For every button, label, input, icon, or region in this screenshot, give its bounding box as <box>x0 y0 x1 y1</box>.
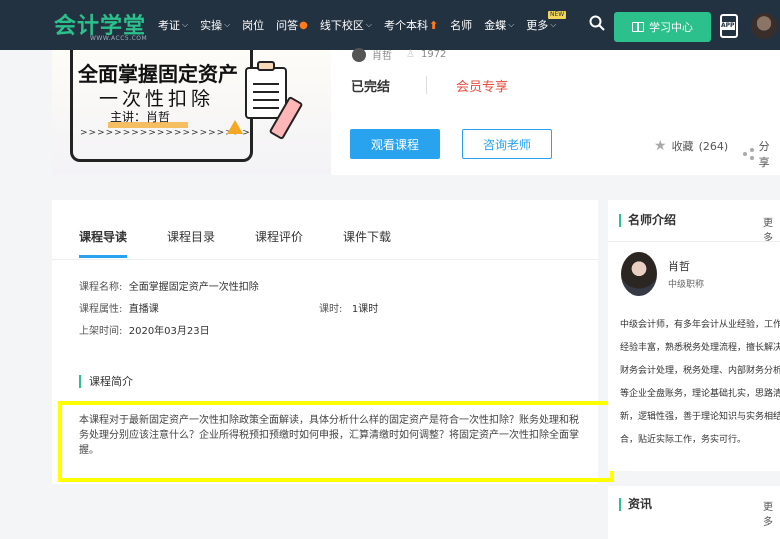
favorite-label: 收藏 <box>671 140 694 153</box>
nav-item-kingdee[interactable]: 金蝶 ⌵ <box>484 17 514 33</box>
tab-courseware-download[interactable]: 课件下载 <box>343 228 391 245</box>
app-download-icon[interactable]: APP <box>720 14 738 38</box>
active-tab-indicator <box>79 255 127 258</box>
teacher-more-link[interactable]: 更多 <box>763 214 780 244</box>
cover-arrows: >>>>>>>>>>>>>>>>>>>> <box>80 128 251 138</box>
arrow-up-icon: ⬆ <box>428 18 439 32</box>
search-icon[interactable] <box>589 15 605 31</box>
sidebar-teacher-description: 中级会计师，有多年会计从业经验，工作经验丰富，熟悉税务处理流程，擅长解决财务会计… <box>620 320 780 445</box>
course-hours-label: 课时: <box>319 304 343 315</box>
highlight-box <box>58 401 614 482</box>
tab-course-reviews[interactable]: 课程评价 <box>255 228 303 245</box>
teacher-avatar[interactable] <box>621 252 657 296</box>
course-cover-image: 全面掌握固定资产 一次性扣除 主讲：肖哲 >>>>>>>>>>>>>>>>>>>… <box>52 50 331 175</box>
chevron-down-icon: ⌵ <box>550 20 557 29</box>
nav-label: 实操 <box>200 19 223 32</box>
nav-item-more[interactable]: 更多 ⌵ <box>526 17 556 33</box>
watch-course-button[interactable]: 观看课程 <box>350 129 440 159</box>
cover-lecturer: 主讲：肖哲 <box>110 110 171 124</box>
study-center-button[interactable]: 学习中心 <box>614 12 711 42</box>
sidebar-divider <box>608 241 780 242</box>
nav-label: 考证 <box>158 19 180 32</box>
nav-label: 问答 <box>276 19 299 32</box>
tab-course-catalog[interactable]: 课程目录 <box>167 228 215 245</box>
fire-icon: ● <box>299 19 308 31</box>
course-attr-label: 课程属性: <box>79 304 123 315</box>
tab-divider <box>52 259 598 260</box>
clip-icon <box>257 61 275 71</box>
chevron-down-icon: ⌵ <box>182 20 189 29</box>
nav-item-exam[interactable]: 考证 ⌵ <box>158 17 188 33</box>
teacher-mini-avatar <box>352 47 366 62</box>
site-logo-url: WWW.ACC5.COM <box>90 35 148 42</box>
nav-item-offline-campus[interactable]: 线下校区 ⌵ <box>320 17 372 33</box>
course-teacher-line: 肖哲 ♙ 1972 <box>352 47 446 62</box>
cover-title-line2: 一次性扣除 <box>99 88 215 110</box>
triangle-icon <box>227 120 243 134</box>
nav-label: 金蝶 <box>484 19 507 32</box>
nav-label: 线下校区 <box>319 19 364 32</box>
nav-item-bachelor[interactable]: 考个本科 ⬆ <box>384 17 438 33</box>
member-exclusive-tag: 会员专享 <box>456 80 509 95</box>
nav-item-qa[interactable]: 问答 ● <box>276 17 308 33</box>
consult-teacher-button[interactable]: 咨询老师 <box>462 129 552 159</box>
teacher-name: 肖哲 <box>372 51 392 62</box>
nav-item-position[interactable]: 岗位 <box>242 17 264 33</box>
course-date-row: 上架时间: 2020年03月23日 <box>79 322 210 337</box>
course-summary-title: 课程简介 <box>79 375 133 388</box>
course-name-label: 课程名称: <box>79 282 123 293</box>
tab-course-guide[interactable]: 课程导读 <box>79 228 127 245</box>
study-center-label: 学习中心 <box>649 21 693 34</box>
course-attr-value: 直播课 <box>128 304 159 315</box>
course-name-value: 全面掌握固定资产一次性扣除 <box>128 282 259 293</box>
new-badge: NEW <box>548 11 567 19</box>
chevron-down-icon: ⌵ <box>365 20 372 29</box>
nav-label: 岗位 <box>242 19 265 32</box>
course-status: 已完结 <box>351 80 391 95</box>
chevron-down-icon: ⌵ <box>508 20 515 29</box>
user-icon: ♙ <box>406 49 415 60</box>
view-count: 1972 <box>420 49 447 60</box>
star-icon: ★ <box>654 138 667 154</box>
app-label: APP <box>720 22 736 30</box>
nav-label: 名师 <box>450 19 473 32</box>
news-panel <box>608 486 780 539</box>
nav-label: 更多 <box>526 19 549 32</box>
course-date-value: 2020年03月23日 <box>128 326 210 337</box>
sidebar-teacher-name[interactable]: 肖哲 <box>668 258 690 274</box>
favorite-button[interactable]: ★ 收藏 (264) <box>654 138 728 154</box>
news-title: 资讯 <box>619 498 652 511</box>
course-name-row: 课程名称: 全面掌握固定资产一次性扣除 <box>79 278 259 293</box>
divider <box>426 76 427 94</box>
teacher-intro-title: 名师介绍 <box>619 214 676 227</box>
course-hours-row: 课时: 1课时 <box>319 300 378 315</box>
news-more-link[interactable]: 更多 <box>763 498 780 528</box>
nav-item-practice[interactable]: 实操 ⌵ <box>200 17 230 33</box>
chevron-down-icon: ⌵ <box>224 20 231 29</box>
course-tabs: 课程导读 课程目录 课程评价 课件下载 <box>79 228 431 245</box>
sidebar-teacher-title: 中级职称 <box>668 280 705 290</box>
main-nav: 考证 ⌵ 实操 ⌵ 岗位 问答 ● 线下校区 ⌵ 考个本科 ⬆ 名师 金蝶 ⌵ 更多 ⌵ <box>158 0 568 50</box>
course-attr-row: 课程属性: 直播课 <box>79 300 159 315</box>
share-icon <box>743 148 755 160</box>
favorite-count: (264) <box>698 139 729 153</box>
cover-title-line1: 全面掌握固定资产 <box>78 62 238 86</box>
share-button[interactable]: 分享 <box>743 138 780 170</box>
share-label: 分享 <box>758 140 770 169</box>
nav-label: 考个本科 <box>383 19 428 32</box>
nav-item-teachers[interactable]: 名师 <box>450 17 472 33</box>
user-avatar[interactable] <box>751 13 777 39</box>
course-hours-value: 1课时 <box>351 304 379 315</box>
book-icon <box>632 22 644 32</box>
course-date-label: 上架时间: <box>79 326 123 337</box>
